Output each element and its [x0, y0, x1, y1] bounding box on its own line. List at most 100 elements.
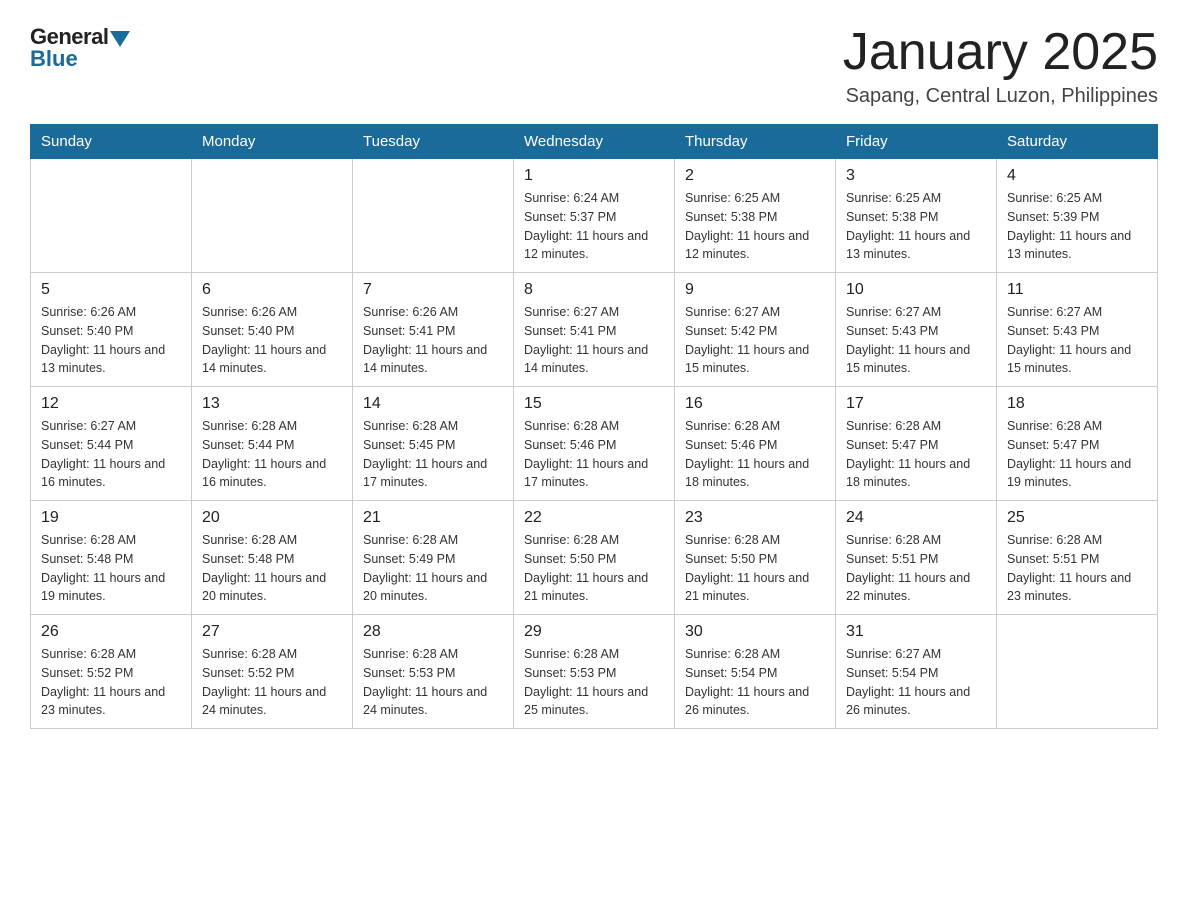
day-number: 5	[41, 281, 181, 299]
day-cell: 27 Sunrise: 6:28 AM Sunset: 5:52 PM Dayli…	[192, 615, 353, 729]
day-cell	[997, 615, 1158, 729]
col-header-tuesday: Tuesday	[353, 125, 514, 159]
day-info: Sunrise: 6:28 AM Sunset: 5:52 PM Dayligh…	[41, 645, 181, 720]
day-info: Sunrise: 6:26 AM Sunset: 5:41 PM Dayligh…	[363, 303, 503, 378]
day-cell: 4Sunrise: 6:25 AM Sunset: 5:39 PM Daylig…	[997, 159, 1158, 273]
day-cell: 5 Sunrise: 6:26 AM Sunset: 5:40 PM Daylig…	[31, 273, 192, 387]
day-cell: 18 Sunrise: 6:28 AM Sunset: 5:47 PM Dayli…	[997, 387, 1158, 501]
day-number: 26	[41, 623, 181, 641]
day-info: Sunrise: 6:28 AM Sunset: 5:48 PM Dayligh…	[202, 531, 342, 606]
col-header-monday: Monday	[192, 125, 353, 159]
location-subtitle: Sapang, Central Luzon, Philippines	[843, 85, 1158, 108]
logo-blue-text: Blue	[30, 48, 78, 70]
col-header-thursday: Thursday	[675, 125, 836, 159]
day-info: Sunrise: 6:28 AM Sunset: 5:50 PM Dayligh…	[685, 531, 825, 606]
day-cell: 22 Sunrise: 6:28 AM Sunset: 5:50 PM Dayli…	[514, 501, 675, 615]
day-info: Sunrise: 6:28 AM Sunset: 5:54 PM Dayligh…	[685, 645, 825, 720]
calendar-table: SundayMondayTuesdayWednesdayThursdayFrid…	[30, 124, 1158, 729]
day-info: Sunrise: 6:28 AM Sunset: 5:45 PM Dayligh…	[363, 417, 503, 492]
week-row-2: 5 Sunrise: 6:26 AM Sunset: 5:40 PM Daylig…	[31, 273, 1158, 387]
day-info: Sunrise: 6:28 AM Sunset: 5:51 PM Dayligh…	[846, 531, 986, 606]
day-info: Sunrise: 6:27 AM Sunset: 5:44 PM Dayligh…	[41, 417, 181, 492]
day-number: 21	[363, 509, 503, 527]
day-info: Sunrise: 6:26 AM Sunset: 5:40 PM Dayligh…	[202, 303, 342, 378]
day-number: 31	[846, 623, 986, 641]
day-info: Sunrise: 6:27 AM Sunset: 5:43 PM Dayligh…	[846, 303, 986, 378]
month-year-title: January 2025	[843, 24, 1158, 81]
day-cell: 9Sunrise: 6:27 AM Sunset: 5:42 PM Daylig…	[675, 273, 836, 387]
day-info: Sunrise: 6:28 AM Sunset: 5:48 PM Dayligh…	[41, 531, 181, 606]
day-cell: 14Sunrise: 6:28 AM Sunset: 5:45 PM Dayli…	[353, 387, 514, 501]
day-number: 23	[685, 509, 825, 527]
logo: General Blue	[30, 24, 130, 70]
day-info: Sunrise: 6:28 AM Sunset: 5:52 PM Dayligh…	[202, 645, 342, 720]
day-info: Sunrise: 6:26 AM Sunset: 5:40 PM Dayligh…	[41, 303, 181, 378]
day-number: 3	[846, 167, 986, 185]
day-info: Sunrise: 6:28 AM Sunset: 5:47 PM Dayligh…	[846, 417, 986, 492]
day-info: Sunrise: 6:28 AM Sunset: 5:50 PM Dayligh…	[524, 531, 664, 606]
day-cell: 20 Sunrise: 6:28 AM Sunset: 5:48 PM Dayli…	[192, 501, 353, 615]
day-number: 24	[846, 509, 986, 527]
day-cell: 16Sunrise: 6:28 AM Sunset: 5:46 PM Dayli…	[675, 387, 836, 501]
day-number: 25	[1007, 509, 1147, 527]
day-cell: 10 Sunrise: 6:27 AM Sunset: 5:43 PM Dayli…	[836, 273, 997, 387]
day-cell: 11Sunrise: 6:27 AM Sunset: 5:43 PM Dayli…	[997, 273, 1158, 387]
day-number: 13	[202, 395, 342, 413]
col-header-sunday: Sunday	[31, 125, 192, 159]
day-cell: 17Sunrise: 6:28 AM Sunset: 5:47 PM Dayli…	[836, 387, 997, 501]
day-number: 28	[363, 623, 503, 641]
day-number: 10	[846, 281, 986, 299]
day-cell: 1 Sunrise: 6:24 AM Sunset: 5:37 PM Daylig…	[514, 159, 675, 273]
day-cell: 6Sunrise: 6:26 AM Sunset: 5:40 PM Daylig…	[192, 273, 353, 387]
day-number: 20	[202, 509, 342, 527]
day-info: Sunrise: 6:27 AM Sunset: 5:41 PM Dayligh…	[524, 303, 664, 378]
day-cell: 25 Sunrise: 6:28 AM Sunset: 5:51 PM Dayli…	[997, 501, 1158, 615]
day-cell: 7 Sunrise: 6:26 AM Sunset: 5:41 PM Daylig…	[353, 273, 514, 387]
day-info: Sunrise: 6:25 AM Sunset: 5:38 PM Dayligh…	[685, 189, 825, 264]
day-info: Sunrise: 6:28 AM Sunset: 5:49 PM Dayligh…	[363, 531, 503, 606]
day-cell: 8 Sunrise: 6:27 AM Sunset: 5:41 PM Daylig…	[514, 273, 675, 387]
day-number: 8	[524, 281, 664, 299]
day-cell: 28Sunrise: 6:28 AM Sunset: 5:53 PM Dayli…	[353, 615, 514, 729]
week-row-5: 26 Sunrise: 6:28 AM Sunset: 5:52 PM Dayli…	[31, 615, 1158, 729]
day-number: 22	[524, 509, 664, 527]
day-cell: 30 Sunrise: 6:28 AM Sunset: 5:54 PM Dayli…	[675, 615, 836, 729]
day-number: 27	[202, 623, 342, 641]
logo-arrow-icon	[110, 31, 130, 47]
day-number: 2	[685, 167, 825, 185]
day-info: Sunrise: 6:28 AM Sunset: 5:46 PM Dayligh…	[524, 417, 664, 492]
day-cell: 3 Sunrise: 6:25 AM Sunset: 5:38 PM Daylig…	[836, 159, 997, 273]
title-block: January 2025 Sapang, Central Luzon, Phil…	[843, 24, 1158, 108]
col-header-wednesday: Wednesday	[514, 125, 675, 159]
week-row-4: 19 Sunrise: 6:28 AM Sunset: 5:48 PM Dayli…	[31, 501, 1158, 615]
day-info: Sunrise: 6:27 AM Sunset: 5:54 PM Dayligh…	[846, 645, 986, 720]
day-number: 1	[524, 167, 664, 185]
day-cell: 12Sunrise: 6:27 AM Sunset: 5:44 PM Dayli…	[31, 387, 192, 501]
day-number: 30	[685, 623, 825, 641]
day-number: 19	[41, 509, 181, 527]
day-cell: 29Sunrise: 6:28 AM Sunset: 5:53 PM Dayli…	[514, 615, 675, 729]
day-cell	[192, 159, 353, 273]
day-info: Sunrise: 6:28 AM Sunset: 5:46 PM Dayligh…	[685, 417, 825, 492]
day-cell: 13 Sunrise: 6:28 AM Sunset: 5:44 PM Dayli…	[192, 387, 353, 501]
day-cell: 31 Sunrise: 6:27 AM Sunset: 5:54 PM Dayli…	[836, 615, 997, 729]
week-row-1: 1 Sunrise: 6:24 AM Sunset: 5:37 PM Daylig…	[31, 159, 1158, 273]
col-header-friday: Friday	[836, 125, 997, 159]
day-cell	[353, 159, 514, 273]
col-header-saturday: Saturday	[997, 125, 1158, 159]
day-info: Sunrise: 6:25 AM Sunset: 5:39 PM Dayligh…	[1007, 189, 1147, 264]
day-cell: 23 Sunrise: 6:28 AM Sunset: 5:50 PM Dayli…	[675, 501, 836, 615]
day-number: 15	[524, 395, 664, 413]
day-number: 18	[1007, 395, 1147, 413]
day-info: Sunrise: 6:28 AM Sunset: 5:53 PM Dayligh…	[524, 645, 664, 720]
day-info: Sunrise: 6:28 AM Sunset: 5:51 PM Dayligh…	[1007, 531, 1147, 606]
day-number: 11	[1007, 281, 1147, 299]
calendar-header-row: SundayMondayTuesdayWednesdayThursdayFrid…	[31, 125, 1158, 159]
day-info: Sunrise: 6:28 AM Sunset: 5:44 PM Dayligh…	[202, 417, 342, 492]
day-cell: 26 Sunrise: 6:28 AM Sunset: 5:52 PM Dayli…	[31, 615, 192, 729]
day-number: 7	[363, 281, 503, 299]
day-info: Sunrise: 6:24 AM Sunset: 5:37 PM Dayligh…	[524, 189, 664, 264]
day-info: Sunrise: 6:25 AM Sunset: 5:38 PM Dayligh…	[846, 189, 986, 264]
day-info: Sunrise: 6:28 AM Sunset: 5:47 PM Dayligh…	[1007, 417, 1147, 492]
day-info: Sunrise: 6:27 AM Sunset: 5:42 PM Dayligh…	[685, 303, 825, 378]
